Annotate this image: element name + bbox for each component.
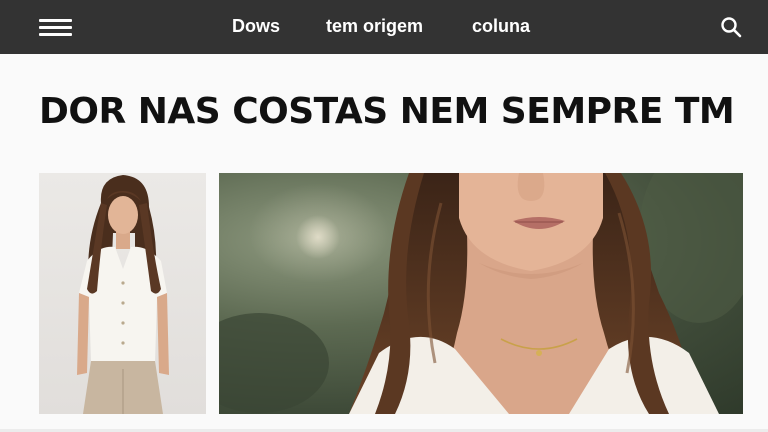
nav-link-dows[interactable]: Dows — [232, 15, 280, 37]
nav-link-tem-origem[interactable]: tem origem — [326, 15, 423, 37]
hamburger-menu-icon[interactable] — [39, 16, 72, 38]
nav-link-coluna[interactable]: coluna — [472, 15, 530, 37]
article-content: DOR NAS COSTAS NEM SEMPRE TM — [0, 54, 768, 432]
close-up-photo[interactable] — [219, 173, 743, 414]
top-navigation-bar: Dows tem origem coluna — [0, 0, 768, 54]
full-body-photo[interactable] — [39, 173, 206, 414]
article-headline: DOR NAS COSTAS NEM SEMPRE TM — [39, 91, 735, 132]
search-icon[interactable] — [720, 16, 742, 38]
